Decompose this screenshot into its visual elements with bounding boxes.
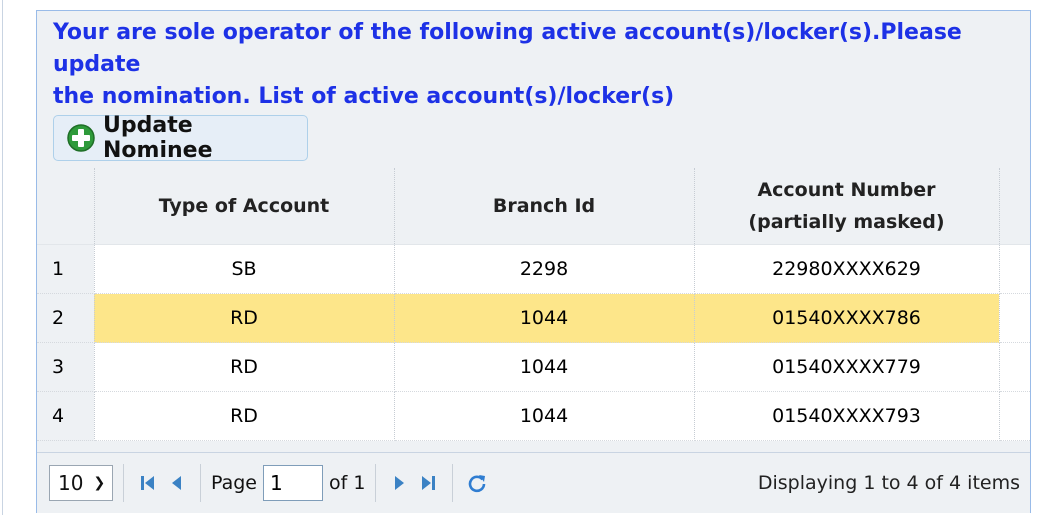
notice-text: Your are sole operator of the following … (53, 17, 1013, 113)
accounts-grid: Type of Account Branch Id Account Number… (37, 168, 1030, 441)
plus-circle-icon (67, 124, 95, 152)
row-filler (999, 391, 1030, 441)
notice-line-2: the nomination. List of active account(s… (53, 84, 675, 109)
notice-line-1: Your are sole operator of the following … (53, 20, 962, 77)
update-nominee-button[interactable]: Update Nominee (53, 113, 308, 163)
header-filler (999, 168, 1030, 245)
update-nominee-label: Update Nominee (103, 113, 213, 163)
page-count-label: of 1 (329, 472, 366, 494)
previous-page-button[interactable] (162, 468, 190, 498)
column-header-type[interactable]: Type of Account (94, 168, 395, 245)
pager-separator (375, 464, 377, 502)
cell-account: 22980XXXX629 (694, 244, 1000, 294)
pager-separator (200, 464, 201, 502)
table-row[interactable]: 4 RD 1044 01540XXXX793 (37, 391, 1030, 441)
row-number: 1 (37, 244, 95, 294)
pager-separator (452, 464, 454, 502)
cell-type: RD (94, 342, 395, 392)
row-number: 2 (37, 293, 95, 343)
refresh-icon (469, 475, 486, 493)
cell-account: 01540XXXX793 (694, 391, 1000, 441)
row-number-header (37, 168, 95, 245)
refresh-button[interactable] (463, 468, 491, 498)
grid-header-row: Type of Account Branch Id Account Number… (37, 168, 1030, 245)
table-row[interactable]: 3 RD 1044 01540XXXX779 (37, 342, 1030, 392)
account-header-line-1: Account Number (757, 179, 936, 201)
cell-branch: 1044 (394, 391, 695, 441)
previous-page-icon (172, 476, 181, 490)
first-page-icon (141, 476, 154, 490)
nomination-panel: Your are sole operator of the following … (36, 10, 1031, 513)
column-header-account[interactable]: Account Number (partially masked) (694, 168, 1000, 245)
chevron-down-icon: ❯ (93, 475, 106, 491)
row-filler (999, 342, 1030, 392)
cell-type: RD (94, 293, 395, 343)
display-count-text: Displaying 1 to 4 of 4 items (757, 472, 1020, 494)
pagination-bar: 10 ❯ Page of 1 Displaying 1 to 4 of 4 it… (37, 452, 1030, 513)
table-row[interactable]: 1 SB 2298 22980XXXX629 (37, 244, 1030, 294)
page-number-input[interactable] (263, 465, 323, 501)
first-page-button[interactable] (134, 468, 162, 498)
table-row-selected[interactable]: 2 RD 1044 01540XXXX786 (37, 293, 1030, 343)
cell-account: 01540XXXX779 (694, 342, 1000, 392)
cell-type: SB (94, 244, 395, 294)
row-number: 4 (37, 391, 95, 441)
cell-branch: 1044 (394, 342, 695, 392)
column-header-branch[interactable]: Branch Id (394, 168, 695, 245)
cell-branch: 2298 (394, 244, 695, 294)
row-number: 3 (37, 342, 95, 392)
cell-account: 01540XXXX786 (694, 293, 1000, 343)
last-page-button[interactable] (414, 468, 442, 498)
next-page-icon (395, 476, 405, 490)
next-page-button[interactable] (386, 468, 414, 498)
last-page-icon (422, 476, 436, 490)
row-filler (999, 244, 1030, 294)
page-size-value: 10 (58, 471, 84, 495)
account-header-line-2: (partially masked) (748, 211, 945, 233)
cell-branch: 1044 (394, 293, 695, 343)
row-filler (999, 293, 1030, 343)
page-size-select[interactable]: 10 ❯ (49, 465, 113, 501)
cell-type: RD (94, 391, 395, 441)
pager-separator (123, 464, 124, 502)
page-label: Page (211, 472, 257, 494)
left-border-line (2, 0, 3, 515)
